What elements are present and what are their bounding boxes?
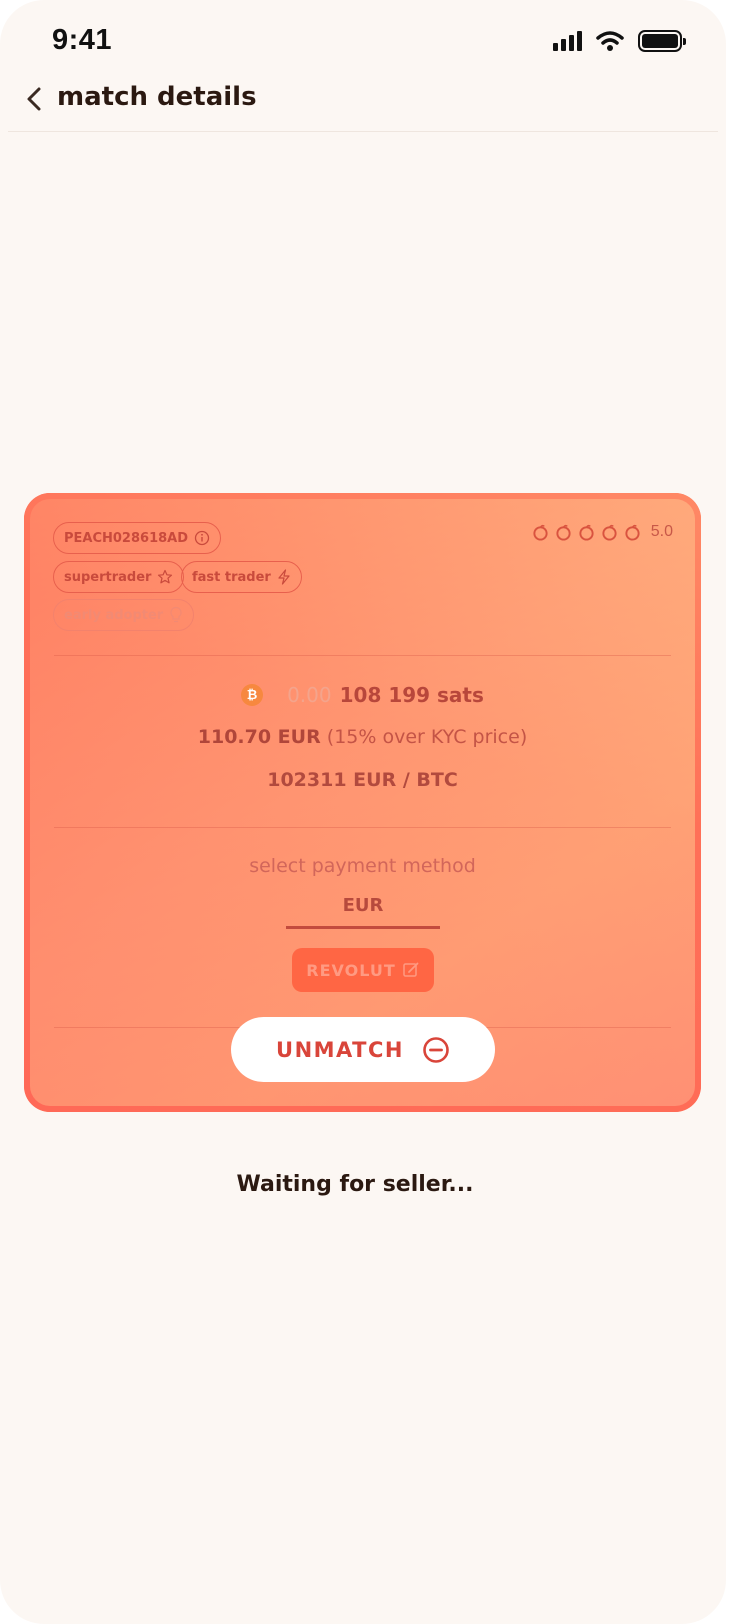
amount-leading-zero: 0.00	[287, 683, 332, 707]
header: match details	[0, 76, 726, 134]
currency-tab-eur[interactable]: EUR	[286, 895, 440, 929]
unmatch-label: UNMATCH	[276, 1037, 404, 1062]
badge-fast-trader: fast trader	[181, 561, 302, 593]
peach-rating-icon	[556, 524, 571, 541]
back-arrow-icon[interactable]	[22, 84, 46, 114]
wifi-icon	[596, 31, 624, 51]
peach-rating-icon	[579, 524, 594, 541]
peach-rating-icon	[625, 524, 640, 541]
info-icon	[194, 530, 210, 546]
unmatch-button[interactable]: UNMATCH	[231, 1017, 495, 1082]
price: 110.70 EUR	[197, 726, 321, 748]
app-screen: 9:41 match details PEACH028618AD supertr…	[0, 0, 726, 1624]
cellular-signal-icon	[553, 31, 582, 51]
status-icons	[553, 30, 686, 52]
peach-rating-icon	[533, 524, 548, 541]
divider	[54, 827, 671, 828]
peach-rating-icon	[602, 524, 617, 541]
user-id-badge[interactable]: PEACH028618AD	[53, 522, 222, 554]
waiting-status: Waiting for seller...	[236, 1172, 474, 1197]
divider	[54, 655, 671, 656]
amount-row: ₿ 0.00 108 199 sats	[24, 683, 701, 707]
header-divider	[8, 131, 718, 132]
badge-supertrader: supertrader	[53, 561, 185, 593]
price-row: 110.70 EUR (15% over KYC price)	[24, 726, 701, 748]
lightbulb-icon	[170, 606, 182, 623]
rating: 5.0	[532, 523, 673, 541]
amount-sats: 108 199 sats	[339, 683, 484, 707]
minus-circle-icon	[423, 1036, 449, 1063]
premium: (15% over KYC price)	[326, 726, 528, 748]
badge-early-adopter: early adopter	[53, 599, 195, 631]
payment-method-revolut[interactable]: REVOLUT	[292, 948, 434, 992]
star-icon	[158, 569, 173, 584]
payment-method-label: select payment method	[249, 855, 476, 877]
exchange-rate: 102311 EUR / BTC	[267, 769, 458, 791]
bitcoin-icon: ₿	[241, 684, 264, 706]
lightning-icon	[278, 569, 290, 585]
page-title: match details	[57, 82, 257, 112]
rating-value: 5.0	[650, 523, 673, 540]
match-card: PEACH028618AD supertrader fast trader ea…	[24, 493, 701, 1112]
user-id: PEACH028618AD	[64, 530, 189, 546]
payment-method-label: REVOLUT	[306, 960, 396, 980]
status-time: 9:41	[52, 24, 113, 56]
edit-icon	[402, 962, 419, 977]
battery-icon	[638, 30, 686, 52]
